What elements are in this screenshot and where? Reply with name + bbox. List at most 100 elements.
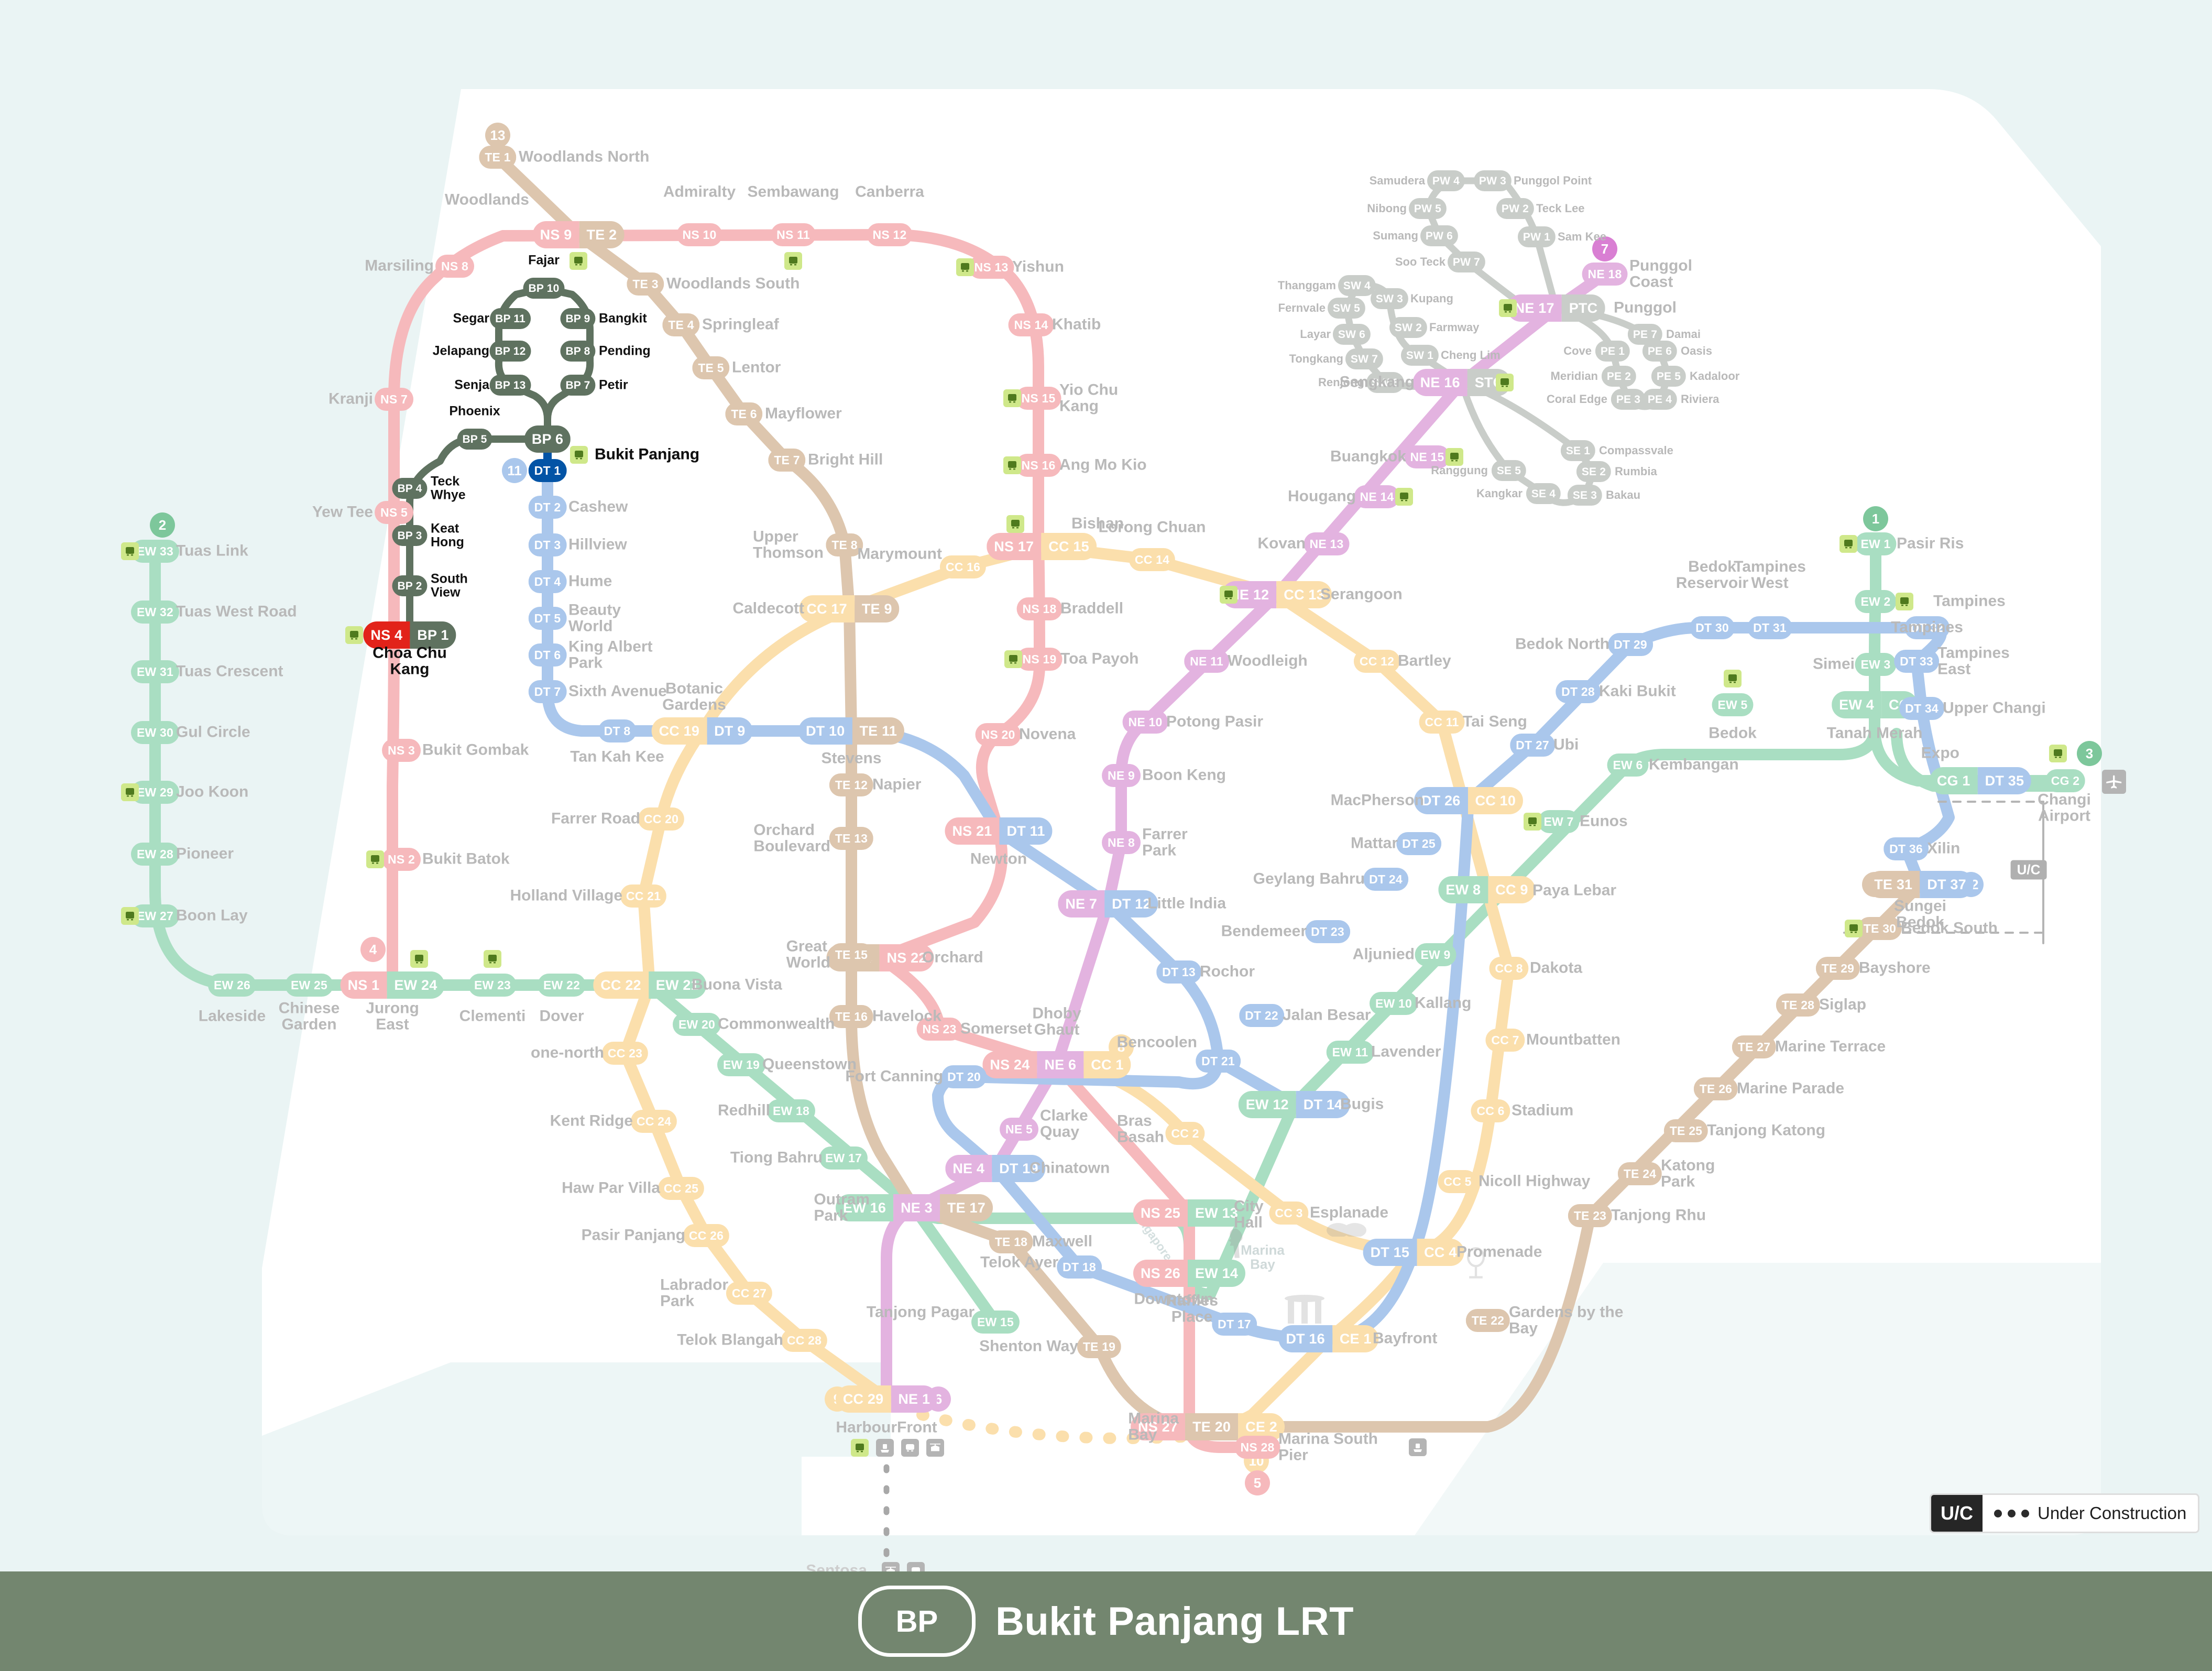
- station-chip-jurong-east[interactable]: NS 1 EW 24: [340, 971, 445, 999]
- station-chip-labrador-park[interactable]: CC 27: [726, 1282, 773, 1305]
- station-chip-pasir-ris[interactable]: EW 1: [1855, 532, 1897, 555]
- station-chip-aljunied[interactable]: EW 9: [1415, 943, 1457, 966]
- station-chip-serangoon[interactable]: NE 12 CC 13: [1222, 581, 1332, 608]
- station-chip-holland-village[interactable]: CC 21: [620, 884, 667, 908]
- station-chip-promenade[interactable]: DT 15 CC 4: [1363, 1239, 1464, 1266]
- station-chip-napier[interactable]: TE 12: [829, 773, 874, 796]
- station-chip-khatib[interactable]: NS 14: [1008, 313, 1054, 336]
- station-chip-dover[interactable]: EW 22: [537, 974, 586, 997]
- station-chip-yio-chu-kang[interactable]: NS 15: [1015, 387, 1061, 410]
- station-chip-bayfront[interactable]: DT 16 CE 1: [1278, 1325, 1379, 1352]
- station-chip-bukit-panjang[interactable]: DT 1: [528, 459, 567, 482]
- station-chip-woodleigh[interactable]: NE 11: [1184, 650, 1229, 673]
- station-chip-cheng-lim[interactable]: SW 1: [1400, 345, 1439, 366]
- station-chip-kembangan[interactable]: EW 6: [1607, 753, 1649, 777]
- station-chip-marsiling[interactable]: NS 8: [435, 255, 474, 278]
- station-chip-mountbatten[interactable]: CC 7: [1485, 1029, 1525, 1052]
- station-chip-simei[interactable]: EW 3: [1855, 653, 1897, 676]
- station-chip-marine-parade[interactable]: TE 26: [1693, 1077, 1738, 1100]
- station-chip-segar[interactable]: BP 11: [490, 308, 531, 329]
- station-chip-tampines-east[interactable]: DT 33: [1894, 650, 1939, 673]
- station-chip-maxwell[interactable]: TE 18: [989, 1230, 1034, 1253]
- station-chip-harbourfront[interactable]: CC 29 NE 1: [835, 1385, 938, 1413]
- station-chip-rochor[interactable]: DT 13: [1156, 960, 1201, 984]
- station-chip-bendemeer[interactable]: DT 23: [1305, 920, 1350, 943]
- station-chip-layar[interactable]: SW 6: [1332, 324, 1371, 345]
- station-chip-bedok-reservoir[interactable]: DT 30: [1690, 616, 1735, 639]
- station-chip-hume[interactable]: DT 4: [528, 570, 567, 593]
- station-chip-springleaf[interactable]: TE 4: [662, 313, 700, 336]
- station-chip-pasir-panjang[interactable]: CC 26: [683, 1224, 730, 1247]
- station-chip-nicoll-highway[interactable]: CC 5: [1438, 1170, 1477, 1193]
- station-chip-south-view[interactable]: BP 2: [392, 575, 428, 596]
- station-chip-king-albert-park[interactable]: DT 6: [528, 643, 567, 667]
- station-chip-queenstown[interactable]: EW 19: [717, 1053, 766, 1076]
- station-chip-bukit-batok[interactable]: NS 2: [382, 848, 421, 871]
- station-chip-shenton-way[interactable]: TE 19: [1077, 1335, 1122, 1358]
- station-chip-upper-changi[interactable]: DT 34: [1899, 697, 1944, 720]
- station-chip-bras-basah[interactable]: CC 2: [1165, 1122, 1205, 1145]
- station-chip-bakau[interactable]: SE 3: [1567, 485, 1603, 506]
- station-chip-nibong[interactable]: PW 5: [1408, 198, 1447, 219]
- station-chip-clarke-quay[interactable]: NE 5: [1000, 1118, 1038, 1141]
- station-chip-admiralty[interactable]: NS 10: [676, 223, 722, 246]
- station-chip-braddell[interactable]: NS 18: [1016, 597, 1063, 620]
- station-chip-beauty-world[interactable]: DT 5: [528, 607, 567, 630]
- station-chip-buona-vista[interactable]: CC 22 EW 21: [593, 971, 706, 999]
- station-chip-expo[interactable]: CG 1 DT 35: [1929, 767, 2032, 794]
- station-chip-samudera[interactable]: PW 4: [1427, 170, 1465, 191]
- station-chip-lakeside[interactable]: EW 26: [207, 974, 257, 997]
- station-chip-tongkang[interactable]: SW 7: [1345, 348, 1384, 369]
- station-chip-cove[interactable]: PE 1: [1595, 341, 1630, 362]
- station-chip-lentor[interactable]: TE 5: [692, 356, 730, 379]
- station-chip-chinese-garden[interactable]: EW 25: [284, 974, 334, 997]
- station-chip-tanjong-pagar[interactable]: EW 15: [971, 1310, 1020, 1334]
- station-chip-esplanade[interactable]: CC 3: [1269, 1202, 1309, 1225]
- station-chip-hougang[interactable]: NE 14: [1354, 485, 1400, 508]
- station-chip-bangkit[interactable]: BP 9: [560, 308, 596, 329]
- station-chip-mattar[interactable]: DT 25: [1396, 832, 1441, 855]
- station-chip-tuas-west-road[interactable]: EW 32: [130, 600, 180, 624]
- station-chip-meridian[interactable]: PE 2: [1601, 366, 1637, 387]
- station-chip-ubi[interactable]: DT 27: [1510, 734, 1555, 757]
- station-chip-bugis[interactable]: EW 12 DT 14: [1238, 1091, 1350, 1118]
- station-chip-lavender[interactable]: EW 11: [1326, 1041, 1374, 1064]
- station-chip-tuas-crescent[interactable]: EW 31: [130, 660, 180, 683]
- station-chip-farrer-park[interactable]: NE 8: [1102, 831, 1141, 854]
- station-chip-ang-mo-kio[interactable]: NS 16: [1015, 454, 1061, 477]
- station-chip-commonwealth[interactable]: EW 20: [672, 1013, 721, 1036]
- station-chip-great-world[interactable]: TE 15: [829, 943, 874, 966]
- station-chip-fernvale[interactable]: SW 5: [1327, 298, 1366, 319]
- station-chip-senja[interactable]: BP 13: [489, 375, 531, 396]
- station-chip-marine-terrace[interactable]: TE 27: [1732, 1035, 1777, 1058]
- station-chip-fajar[interactable]: BP 10: [523, 278, 565, 299]
- station-chip-boon-keng[interactable]: NE 9: [1102, 764, 1141, 787]
- station-chip-kranji[interactable]: NS 7: [375, 388, 413, 411]
- station-chip-novena[interactable]: NS 20: [975, 723, 1021, 746]
- station-chip-geylang-bahru[interactable]: DT 24: [1363, 868, 1408, 891]
- station-chip-keat-hong[interactable]: BP 3: [392, 525, 428, 546]
- station-chip-gul-circle[interactable]: EW 30: [130, 721, 180, 744]
- station-chip-raffles-place[interactable]: NS 26 EW 14: [1133, 1260, 1246, 1287]
- station-chip-dhoby-ghaut[interactable]: NS 24 NE 6 CC 1: [982, 1051, 1131, 1078]
- station-chip-tai-seng[interactable]: CC 11: [1419, 711, 1465, 734]
- station-chip-bencoolen[interactable]: DT 21: [1196, 1050, 1241, 1073]
- station-chip-marina-south-pier[interactable]: NS 28: [1234, 1436, 1280, 1459]
- station-chip-stevens[interactable]: DT 10 TE 11: [798, 717, 905, 745]
- station-chip-kupang[interactable]: SW 3: [1370, 288, 1409, 309]
- station-chip-woodlands-north[interactable]: TE 1: [479, 146, 517, 169]
- station-chip-tan-kah-kee[interactable]: DT 8: [598, 719, 637, 742]
- station-chip-sungei-bedok[interactable]: TE 31 DT 37: [1867, 871, 1974, 898]
- station-chip-kaki-bukit[interactable]: DT 28: [1556, 680, 1601, 703]
- station-chip-pending[interactable]: BP 8: [560, 341, 596, 362]
- station-chip-bukit-gombak[interactable]: NS 3: [382, 739, 421, 762]
- station-chip-havelock[interactable]: TE 16: [829, 1005, 874, 1028]
- station-chip-woodlands-south[interactable]: TE 3: [627, 272, 664, 296]
- station-chip-kangkar[interactable]: SE 4: [1526, 483, 1561, 504]
- station-chip-farrer-road[interactable]: CC 20: [638, 807, 685, 831]
- station-chip-woodlands[interactable]: NS 9 TE 2: [532, 221, 625, 248]
- station-chip-xilin[interactable]: DT 36: [1884, 837, 1929, 860]
- station-chip-sumang[interactable]: PW 6: [1420, 225, 1459, 246]
- station-chip-downtown[interactable]: DT 17: [1212, 1313, 1257, 1336]
- station-chip-soo-teck[interactable]: PW 7: [1447, 252, 1486, 272]
